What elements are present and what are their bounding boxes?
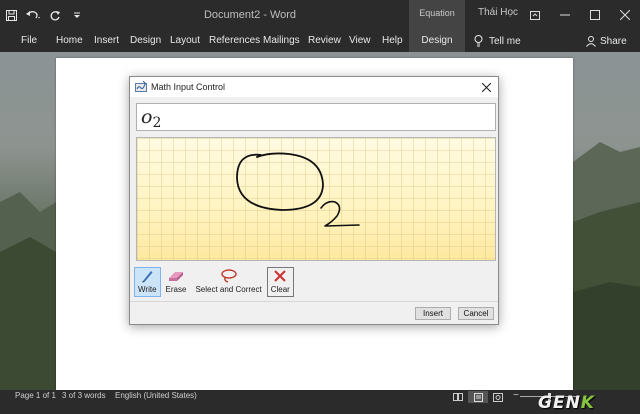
tab-references[interactable]: References (209, 30, 260, 52)
language-indicator[interactable]: English (United States) (115, 390, 197, 402)
lasso-icon (220, 269, 237, 283)
maximize-icon (590, 10, 600, 20)
select-and-correct-label: Select and Correct (195, 285, 262, 294)
genk-watermark: GENK (538, 393, 595, 413)
math-input-dialog: Math Input Control o2 Write Erase Select… (129, 76, 499, 325)
dialog-title: Math Input Control (151, 82, 226, 92)
share-label: Share (600, 35, 627, 47)
dialog-title-bar: Math Input Control (130, 77, 498, 97)
view-buttons (448, 391, 508, 403)
preview-subscript: 2 (152, 115, 162, 131)
clear-icon (274, 270, 286, 282)
ribbon-tabs: File Home Insert Design Layout Reference… (0, 30, 640, 52)
math-preview-box: o2 (136, 103, 496, 131)
preview-base: o (141, 106, 153, 128)
minimize-icon (560, 14, 570, 16)
page-icon (473, 392, 483, 402)
watermark-accent: K (580, 393, 595, 413)
tell-me-label: Tell me (489, 35, 521, 47)
ribbon-options-icon (530, 10, 540, 20)
contextual-tab-group: Equation Tools (409, 0, 465, 44)
web-layout-icon (493, 392, 503, 402)
insert-button[interactable]: Insert (415, 307, 451, 320)
ribbon-display-options-button[interactable] (520, 0, 550, 30)
clear-tool-label: Clear (270, 285, 290, 294)
tab-layout[interactable]: Layout (170, 30, 200, 52)
title-bar: Document2 - Word Equation Tools Thái Học (0, 0, 640, 44)
clear-tool[interactable]: Clear (266, 267, 294, 297)
ink-tools: Write Erase Select and Correct Clear (134, 267, 295, 299)
close-icon (481, 82, 491, 92)
tab-view[interactable]: View (349, 30, 371, 52)
write-tool-label: Write (138, 285, 157, 294)
tab-equation-design[interactable]: Design (409, 30, 465, 52)
print-layout-button[interactable] (468, 391, 488, 403)
pen-icon (142, 271, 153, 283)
dialog-separator (130, 301, 498, 302)
person-icon (586, 35, 596, 47)
word-count[interactable]: 3 of 3 words (62, 390, 106, 402)
watermark-main: GEN (538, 393, 581, 413)
book-icon (453, 393, 463, 401)
lightbulb-icon (474, 35, 483, 47)
writing-canvas[interactable] (136, 137, 496, 261)
zoom-out-icon[interactable]: − (513, 390, 519, 402)
preview-expression: o2 (141, 106, 161, 131)
eraser-icon (168, 272, 183, 281)
math-input-icon (135, 81, 147, 92)
read-mode-button[interactable] (448, 391, 468, 403)
page-count[interactable]: Page 1 of 1 (15, 390, 56, 402)
window-controls (520, 0, 640, 30)
user-name[interactable]: Thái Học (478, 0, 518, 30)
erase-tool-label: Erase (165, 285, 187, 294)
tab-help[interactable]: Help (382, 30, 403, 52)
share-button[interactable]: Share (586, 30, 627, 52)
dialog-close-button[interactable] (478, 79, 494, 95)
erase-tool[interactable]: Erase (162, 267, 191, 297)
tell-me-search[interactable]: Tell me (474, 30, 521, 52)
tab-review[interactable]: Review (308, 30, 341, 52)
tab-file[interactable]: File (21, 30, 37, 52)
write-tool[interactable]: Write (134, 267, 161, 297)
minimize-button[interactable] (550, 0, 580, 30)
tab-design[interactable]: Design (130, 30, 161, 52)
maximize-button[interactable] (580, 0, 610, 30)
close-window-button[interactable] (610, 0, 640, 30)
tab-home[interactable]: Home (56, 30, 83, 52)
handwritten-ink (236, 152, 360, 227)
web-layout-button[interactable] (488, 391, 508, 403)
cancel-button[interactable]: Cancel (458, 307, 494, 320)
tab-mailings[interactable]: Mailings (263, 30, 300, 52)
close-icon (620, 10, 630, 20)
tab-insert[interactable]: Insert (94, 30, 119, 52)
select-and-correct-tool[interactable]: Select and Correct (191, 267, 265, 297)
